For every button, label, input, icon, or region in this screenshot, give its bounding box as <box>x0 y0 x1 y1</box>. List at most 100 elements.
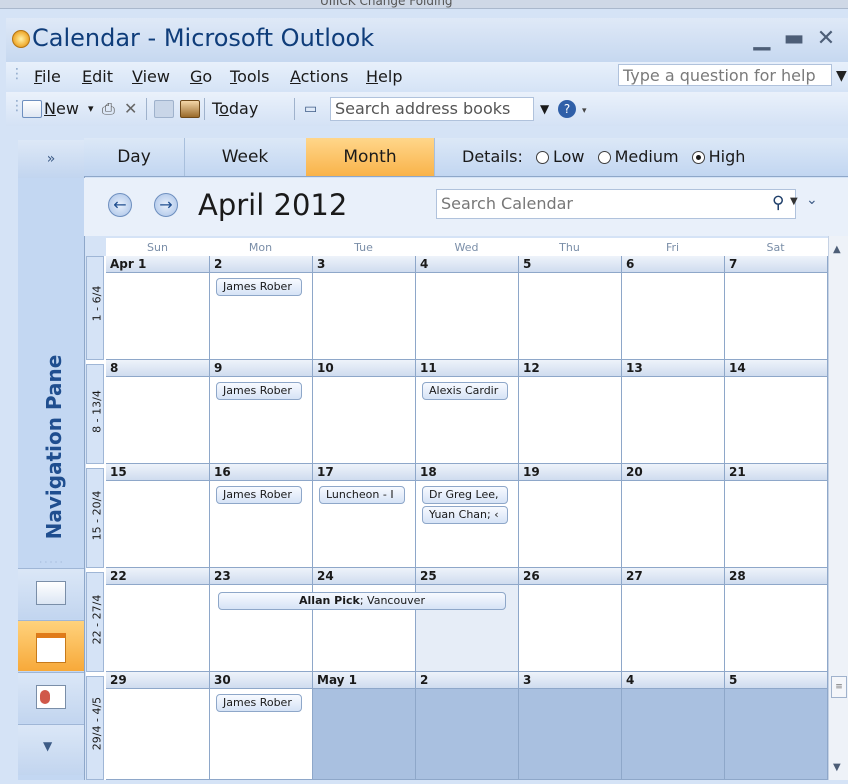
contacts-icon <box>36 685 66 709</box>
day-cell[interactable]: 11 Alexis Cardir <box>416 360 519 464</box>
day-cell[interactable]: 7 <box>725 256 828 360</box>
event-item[interactable]: James Rober <box>216 694 302 712</box>
event-item[interactable]: James Rober <box>216 486 302 504</box>
navigation-pane-label-box[interactable]: Navigation Pane <box>18 320 84 580</box>
day-cell[interactable]: 5 <box>725 672 828 780</box>
day-cell[interactable]: 29 <box>106 672 210 780</box>
search-address-books-input[interactable]: Search address books <box>330 97 534 121</box>
radio-medium[interactable] <box>597 151 611 164</box>
tab-month[interactable]: Month <box>306 138 435 176</box>
radio-high[interactable] <box>691 151 705 164</box>
nav-mail-button[interactable] <box>18 568 84 619</box>
menu-file[interactable]: File <box>34 67 61 86</box>
day-cell[interactable]: 9 James Rober <box>210 360 313 464</box>
address-book-icon[interactable] <box>180 100 200 118</box>
day-cell[interactable]: 5 <box>519 256 622 360</box>
today-button[interactable]: Today <box>212 99 258 118</box>
event-item[interactable]: Luncheon - I <box>319 486 405 504</box>
new-dropdown-icon[interactable]: ▾ <box>88 102 94 115</box>
event-item[interactable]: James Rober <box>216 382 302 400</box>
week-label[interactable]: 8 - 13/4 <box>86 364 104 464</box>
radio-low[interactable] <box>535 151 549 164</box>
radio-medium-label[interactable]: Medium <box>615 147 679 166</box>
nav-splitter-grip[interactable]: · · · · · <box>18 558 84 567</box>
day-cell[interactable]: 27 <box>622 568 725 672</box>
day-cell[interactable]: 2 James Rober <box>210 256 313 360</box>
day-cell[interactable]: 15 <box>106 464 210 568</box>
menu-actions[interactable]: Actions <box>290 67 348 86</box>
event-item[interactable]: Dr Greg Lee, <box>422 486 508 504</box>
day-cell[interactable]: 21 <box>725 464 828 568</box>
day-cell[interactable]: 19 <box>519 464 622 568</box>
day-cell[interactable]: 20 <box>622 464 725 568</box>
toolbar-options-icon[interactable]: ▾ <box>582 106 587 116</box>
menu-tools[interactable]: Tools <box>230 67 269 86</box>
day-name: Tue <box>354 241 373 254</box>
day-cell[interactable]: 26 <box>519 568 622 672</box>
search-options-dropdown-icon[interactable]: ▼ <box>790 196 798 207</box>
help-question-input[interactable]: Type a question for help <box>618 64 832 86</box>
day-cell[interactable]: 2 <box>416 672 519 780</box>
expand-navigation-button[interactable]: » <box>18 140 84 178</box>
day-cell[interactable]: 3 <box>519 672 622 780</box>
radio-low-label[interactable]: Low <box>553 147 585 166</box>
multi-day-event[interactable]: Allan Pick; Vancouver <box>218 592 506 610</box>
day-cell[interactable]: 10 <box>313 360 416 464</box>
expand-query-builder-icon[interactable]: ⌄ <box>806 192 818 208</box>
day-cell[interactable]: 3 <box>313 256 416 360</box>
scroll-thumb[interactable]: ≡ <box>831 676 847 698</box>
search-address-dropdown-icon[interactable]: ▼ <box>540 102 549 116</box>
day-cell[interactable]: 16 James Rober <box>210 464 313 568</box>
week-label[interactable]: 15 - 20/4 <box>86 468 104 568</box>
tab-day[interactable]: Day <box>84 138 185 176</box>
day-cell[interactable]: 30 James Rober <box>210 672 313 780</box>
day-cell[interactable]: 23 <box>210 568 313 672</box>
tab-week[interactable]: Week <box>184 138 307 176</box>
day-cell[interactable]: 4 <box>416 256 519 360</box>
close-button[interactable]: ✕ <box>814 27 838 51</box>
day-cell[interactable]: 12 <box>519 360 622 464</box>
day-cell[interactable]: Apr 1 <box>106 256 210 360</box>
day-cell[interactable]: 24 <box>313 568 416 672</box>
day-cell[interactable]: 28 <box>725 568 828 672</box>
week-label[interactable]: 1 - 6/4 <box>86 256 104 360</box>
nav-configure-buttons[interactable]: ▼ <box>18 724 84 775</box>
categorize-icon[interactable] <box>154 100 174 118</box>
event-item[interactable]: Yuan Chan; ‹ <box>422 506 508 524</box>
nav-calendar-button[interactable] <box>18 620 84 671</box>
day-cell[interactable]: 14 <box>725 360 828 464</box>
week-label[interactable]: 22 - 27/4 <box>86 572 104 672</box>
calendar-scrollbar[interactable]: ▲ ≡ ▼ <box>828 236 848 780</box>
menu-go[interactable]: Go <box>190 67 212 86</box>
delete-icon[interactable]: ✕ <box>124 99 137 118</box>
day-cell[interactable]: 8 <box>106 360 210 464</box>
previous-month-button[interactable]: ← <box>108 193 132 217</box>
scroll-up-icon[interactable]: ▲ <box>833 244 841 255</box>
scroll-down-icon[interactable]: ▼ <box>833 762 841 773</box>
nav-contacts-button[interactable] <box>18 672 84 723</box>
day-cell[interactable]: May 1 <box>313 672 416 780</box>
day-cell[interactable]: 25 <box>416 568 519 672</box>
day-cell[interactable]: 22 <box>106 568 210 672</box>
event-item[interactable]: James Rober <box>216 278 302 296</box>
day-cell[interactable]: 4 <box>622 672 725 780</box>
new-button[interactable]: New <box>44 99 79 118</box>
day-cell[interactable]: 6 <box>622 256 725 360</box>
print-icon[interactable]: ⎙ <box>102 99 115 119</box>
search-icon[interactable]: ⚲ <box>772 193 784 213</box>
day-cell[interactable]: 17 Luncheon - I <box>313 464 416 568</box>
minimize-button[interactable]: ▁ <box>750 27 774 51</box>
day-cell[interactable]: 13 <box>622 360 725 464</box>
help-dropdown-icon[interactable]: ▼ <box>836 68 847 84</box>
menu-view[interactable]: View <box>132 67 170 86</box>
maximize-button[interactable]: ▬ <box>782 27 806 51</box>
menu-help[interactable]: Help <box>366 67 402 86</box>
radio-high-label[interactable]: High <box>709 147 746 166</box>
help-icon[interactable]: ? <box>558 100 576 118</box>
event-item[interactable]: Alexis Cardir <box>422 382 508 400</box>
day-cell[interactable]: 18 Dr Greg Lee, Yuan Chan; ‹ <box>416 464 519 568</box>
search-calendar-input[interactable]: Search Calendar <box>436 189 796 219</box>
week-label[interactable]: 29/4 - 4/5 <box>86 676 104 780</box>
menu-edit[interactable]: Edit <box>82 67 113 86</box>
next-month-button[interactable]: → <box>154 193 178 217</box>
